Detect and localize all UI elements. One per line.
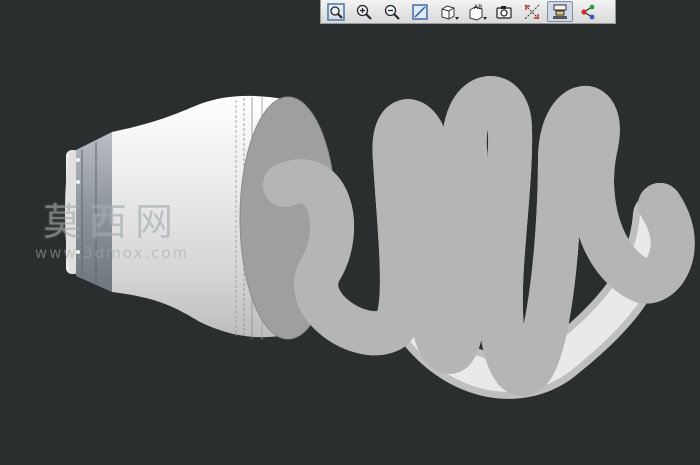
view-toolbar: AB [320,0,616,24]
explode-lines-button[interactable] [519,1,545,22]
zoom-in-button[interactable] [351,1,377,22]
annotation-view-button[interactable]: AB [463,1,489,22]
shaded-view-icon [412,3,428,20]
tree-network-icon [581,4,595,19]
bulb-metal-band [76,132,112,292]
shaded-view-button[interactable] [407,1,433,22]
display-style-button[interactable] [547,1,573,22]
zoom-extents-button[interactable] [323,1,349,22]
tree-network-button[interactable] [575,1,601,22]
camera-render-icon [496,5,512,19]
chevron-down-icon [483,17,487,20]
explode-lines-icon [524,4,540,19]
zoom-out-button[interactable] [379,1,405,22]
display-style-icon [553,4,567,19]
zoom-extents-icon [327,2,345,21]
zoom-out-icon [384,4,400,20]
chevron-down-icon [455,17,459,20]
view-cube-button[interactable] [435,1,461,22]
svg-text:AB: AB [474,4,482,11]
bulb-model [65,0,700,399]
3d-viewport[interactable]: 莫西网 www.3dmox.com [0,0,700,465]
zoom-in-icon [356,4,372,20]
camera-render-button[interactable] [491,1,517,22]
